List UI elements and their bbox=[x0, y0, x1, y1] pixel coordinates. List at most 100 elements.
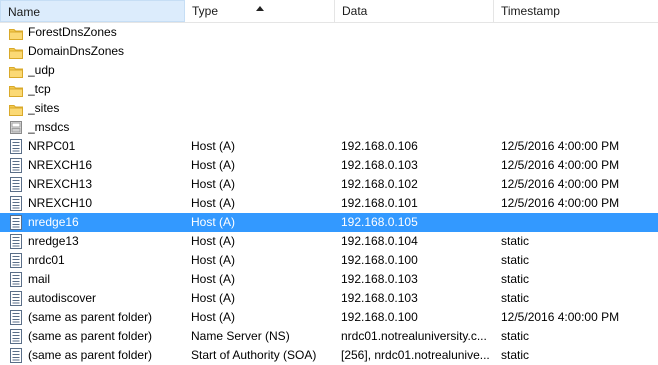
cell-type bbox=[191, 61, 335, 80]
column-header-name[interactable]: Name bbox=[0, 0, 185, 22]
cell-type: Host (A) bbox=[191, 310, 236, 324]
folder-icon bbox=[9, 105, 23, 116]
folder-row[interactable]: _tcp bbox=[0, 80, 658, 99]
cell-name: NREXCH16 bbox=[28, 158, 93, 172]
cell-name: nrdc01 bbox=[28, 253, 65, 267]
record-row[interactable]: (same as parent folder) Host (A) 192.168.0… bbox=[0, 308, 658, 327]
cell-data bbox=[341, 61, 491, 80]
cell-type: Host (A) bbox=[191, 158, 236, 172]
cell-data: 192.168.0.106 bbox=[341, 139, 418, 153]
record-icon bbox=[10, 310, 22, 325]
cell-name: _tcp bbox=[28, 82, 51, 96]
cell-timestamp bbox=[501, 99, 656, 118]
cell-timestamp bbox=[501, 61, 656, 80]
record-row[interactable]: nredge13 Host (A) 192.168.0.104 static bbox=[0, 232, 658, 251]
folder-icon bbox=[9, 48, 23, 59]
record-row[interactable]: NREXCH16 Host (A) 192.168.0.103 12/5/2016 4… bbox=[0, 156, 658, 175]
sort-ascending-icon bbox=[256, 6, 264, 11]
cell-timestamp: 12/5/2016 4:00:00 PM bbox=[501, 158, 620, 172]
record-icon bbox=[10, 329, 22, 344]
cell-data: 192.168.0.105 bbox=[341, 215, 418, 229]
cell-timestamp: 12/5/2016 4:00:00 PM bbox=[501, 139, 620, 153]
record-row[interactable]: nrdc01 Host (A) 192.168.0.100 static bbox=[0, 251, 658, 270]
cell-type bbox=[191, 42, 335, 61]
record-icon bbox=[10, 196, 22, 211]
cell-name: _msdcs bbox=[28, 120, 70, 134]
cell-type bbox=[191, 118, 335, 137]
record-icon bbox=[10, 348, 22, 363]
cell-name: (same as parent folder) bbox=[28, 348, 153, 362]
cell-name: _sites bbox=[28, 101, 60, 115]
cell-type: Host (A) bbox=[191, 272, 236, 286]
record-row[interactable]: NREXCH10 Host (A) 192.168.0.101 12/5/2016 4… bbox=[0, 194, 658, 213]
cell-name: NRPC01 bbox=[28, 139, 76, 153]
cell-name: NREXCH13 bbox=[28, 177, 93, 191]
cell-type: Host (A) bbox=[191, 234, 236, 248]
record-icon bbox=[10, 234, 22, 249]
record-row[interactable]: mail Host (A) 192.168.0.103 static bbox=[0, 270, 658, 289]
record-icon bbox=[10, 177, 22, 192]
record-row[interactable]: (same as parent folder) Name Server (NS) n… bbox=[0, 327, 658, 346]
cell-name: (same as parent folder) bbox=[28, 310, 153, 324]
record-row[interactable]: (same as parent folder) Start of Authorit… bbox=[0, 346, 658, 365]
record-row[interactable]: NREXCH13 Host (A) 192.168.0.102 12/5/2016 4… bbox=[0, 175, 658, 194]
folder-icon bbox=[9, 29, 23, 40]
delegation-icon bbox=[10, 121, 22, 134]
cell-name: nredge16 bbox=[28, 215, 79, 229]
record-icon bbox=[10, 253, 22, 268]
cell-data: 192.168.0.102 bbox=[341, 177, 418, 191]
cell-data bbox=[341, 42, 491, 61]
cell-data bbox=[341, 118, 491, 137]
record-row[interactable]: autodiscover Host (A) 192.168.0.103 static bbox=[0, 289, 658, 308]
cell-type: Host (A) bbox=[191, 215, 236, 229]
record-icon bbox=[10, 158, 22, 173]
cell-timestamp: static bbox=[501, 272, 530, 286]
cell-type: Host (A) bbox=[191, 196, 236, 210]
cell-data bbox=[341, 80, 491, 99]
column-header-timestamp[interactable]: Timestamp bbox=[494, 0, 658, 22]
folder-row[interactable]: ForestDnsZones bbox=[0, 23, 658, 42]
cell-name: _udp bbox=[28, 63, 55, 77]
cell-timestamp: static bbox=[501, 234, 530, 248]
folder-row[interactable]: _sites bbox=[0, 99, 658, 118]
cell-data bbox=[341, 23, 491, 42]
cell-data: 192.168.0.100 bbox=[341, 310, 418, 324]
folder-row[interactable]: _msdcs bbox=[0, 118, 658, 137]
record-row[interactable]: nredge16 Host (A) 192.168.0.105 bbox=[0, 213, 658, 232]
cell-timestamp: static bbox=[501, 291, 530, 305]
cell-type bbox=[191, 99, 335, 118]
cell-data: 192.168.0.100 bbox=[341, 253, 418, 267]
cell-type: Host (A) bbox=[191, 177, 236, 191]
cell-data: 192.168.0.103 bbox=[341, 291, 418, 305]
record-row[interactable]: NRPC01 Host (A) 192.168.0.106 12/5/2016 4:0… bbox=[0, 137, 658, 156]
cell-timestamp bbox=[501, 80, 656, 99]
cell-data: [256], nrdc01.notrealunive... bbox=[341, 348, 490, 362]
cell-type bbox=[191, 80, 335, 99]
cell-name: nredge13 bbox=[28, 234, 79, 248]
record-icon bbox=[10, 215, 22, 230]
folder-row[interactable]: DomainDnsZones bbox=[0, 42, 658, 61]
cell-timestamp: static bbox=[501, 253, 530, 267]
cell-timestamp bbox=[501, 118, 656, 137]
column-header-data[interactable]: Data bbox=[335, 0, 494, 22]
cell-timestamp bbox=[501, 42, 656, 61]
cell-type: Host (A) bbox=[191, 139, 236, 153]
cell-data: 192.168.0.104 bbox=[341, 234, 418, 248]
dns-record-list: ForestDnsZones DomainDnsZones _udp _tcp _sit… bbox=[0, 23, 658, 365]
cell-data: nrdc01.notrealuniversity.c... bbox=[341, 329, 487, 343]
cell-name: mail bbox=[28, 272, 51, 286]
cell-type: Start of Authority (SOA) bbox=[191, 348, 317, 362]
column-header-bar: Name Type Data Timestamp bbox=[0, 0, 658, 23]
cell-type: Host (A) bbox=[191, 253, 236, 267]
folder-row[interactable]: _udp bbox=[0, 61, 658, 80]
record-icon bbox=[10, 139, 22, 154]
cell-name: autodiscover bbox=[28, 291, 97, 305]
cell-type: Host (A) bbox=[191, 291, 236, 305]
column-header-type[interactable]: Type bbox=[185, 0, 335, 22]
cell-type bbox=[191, 23, 335, 42]
cell-timestamp: 12/5/2016 4:00:00 PM bbox=[501, 177, 620, 191]
cell-data: 192.168.0.103 bbox=[341, 272, 418, 286]
record-icon bbox=[10, 291, 22, 306]
cell-timestamp: static bbox=[501, 329, 530, 343]
record-icon bbox=[10, 272, 22, 287]
